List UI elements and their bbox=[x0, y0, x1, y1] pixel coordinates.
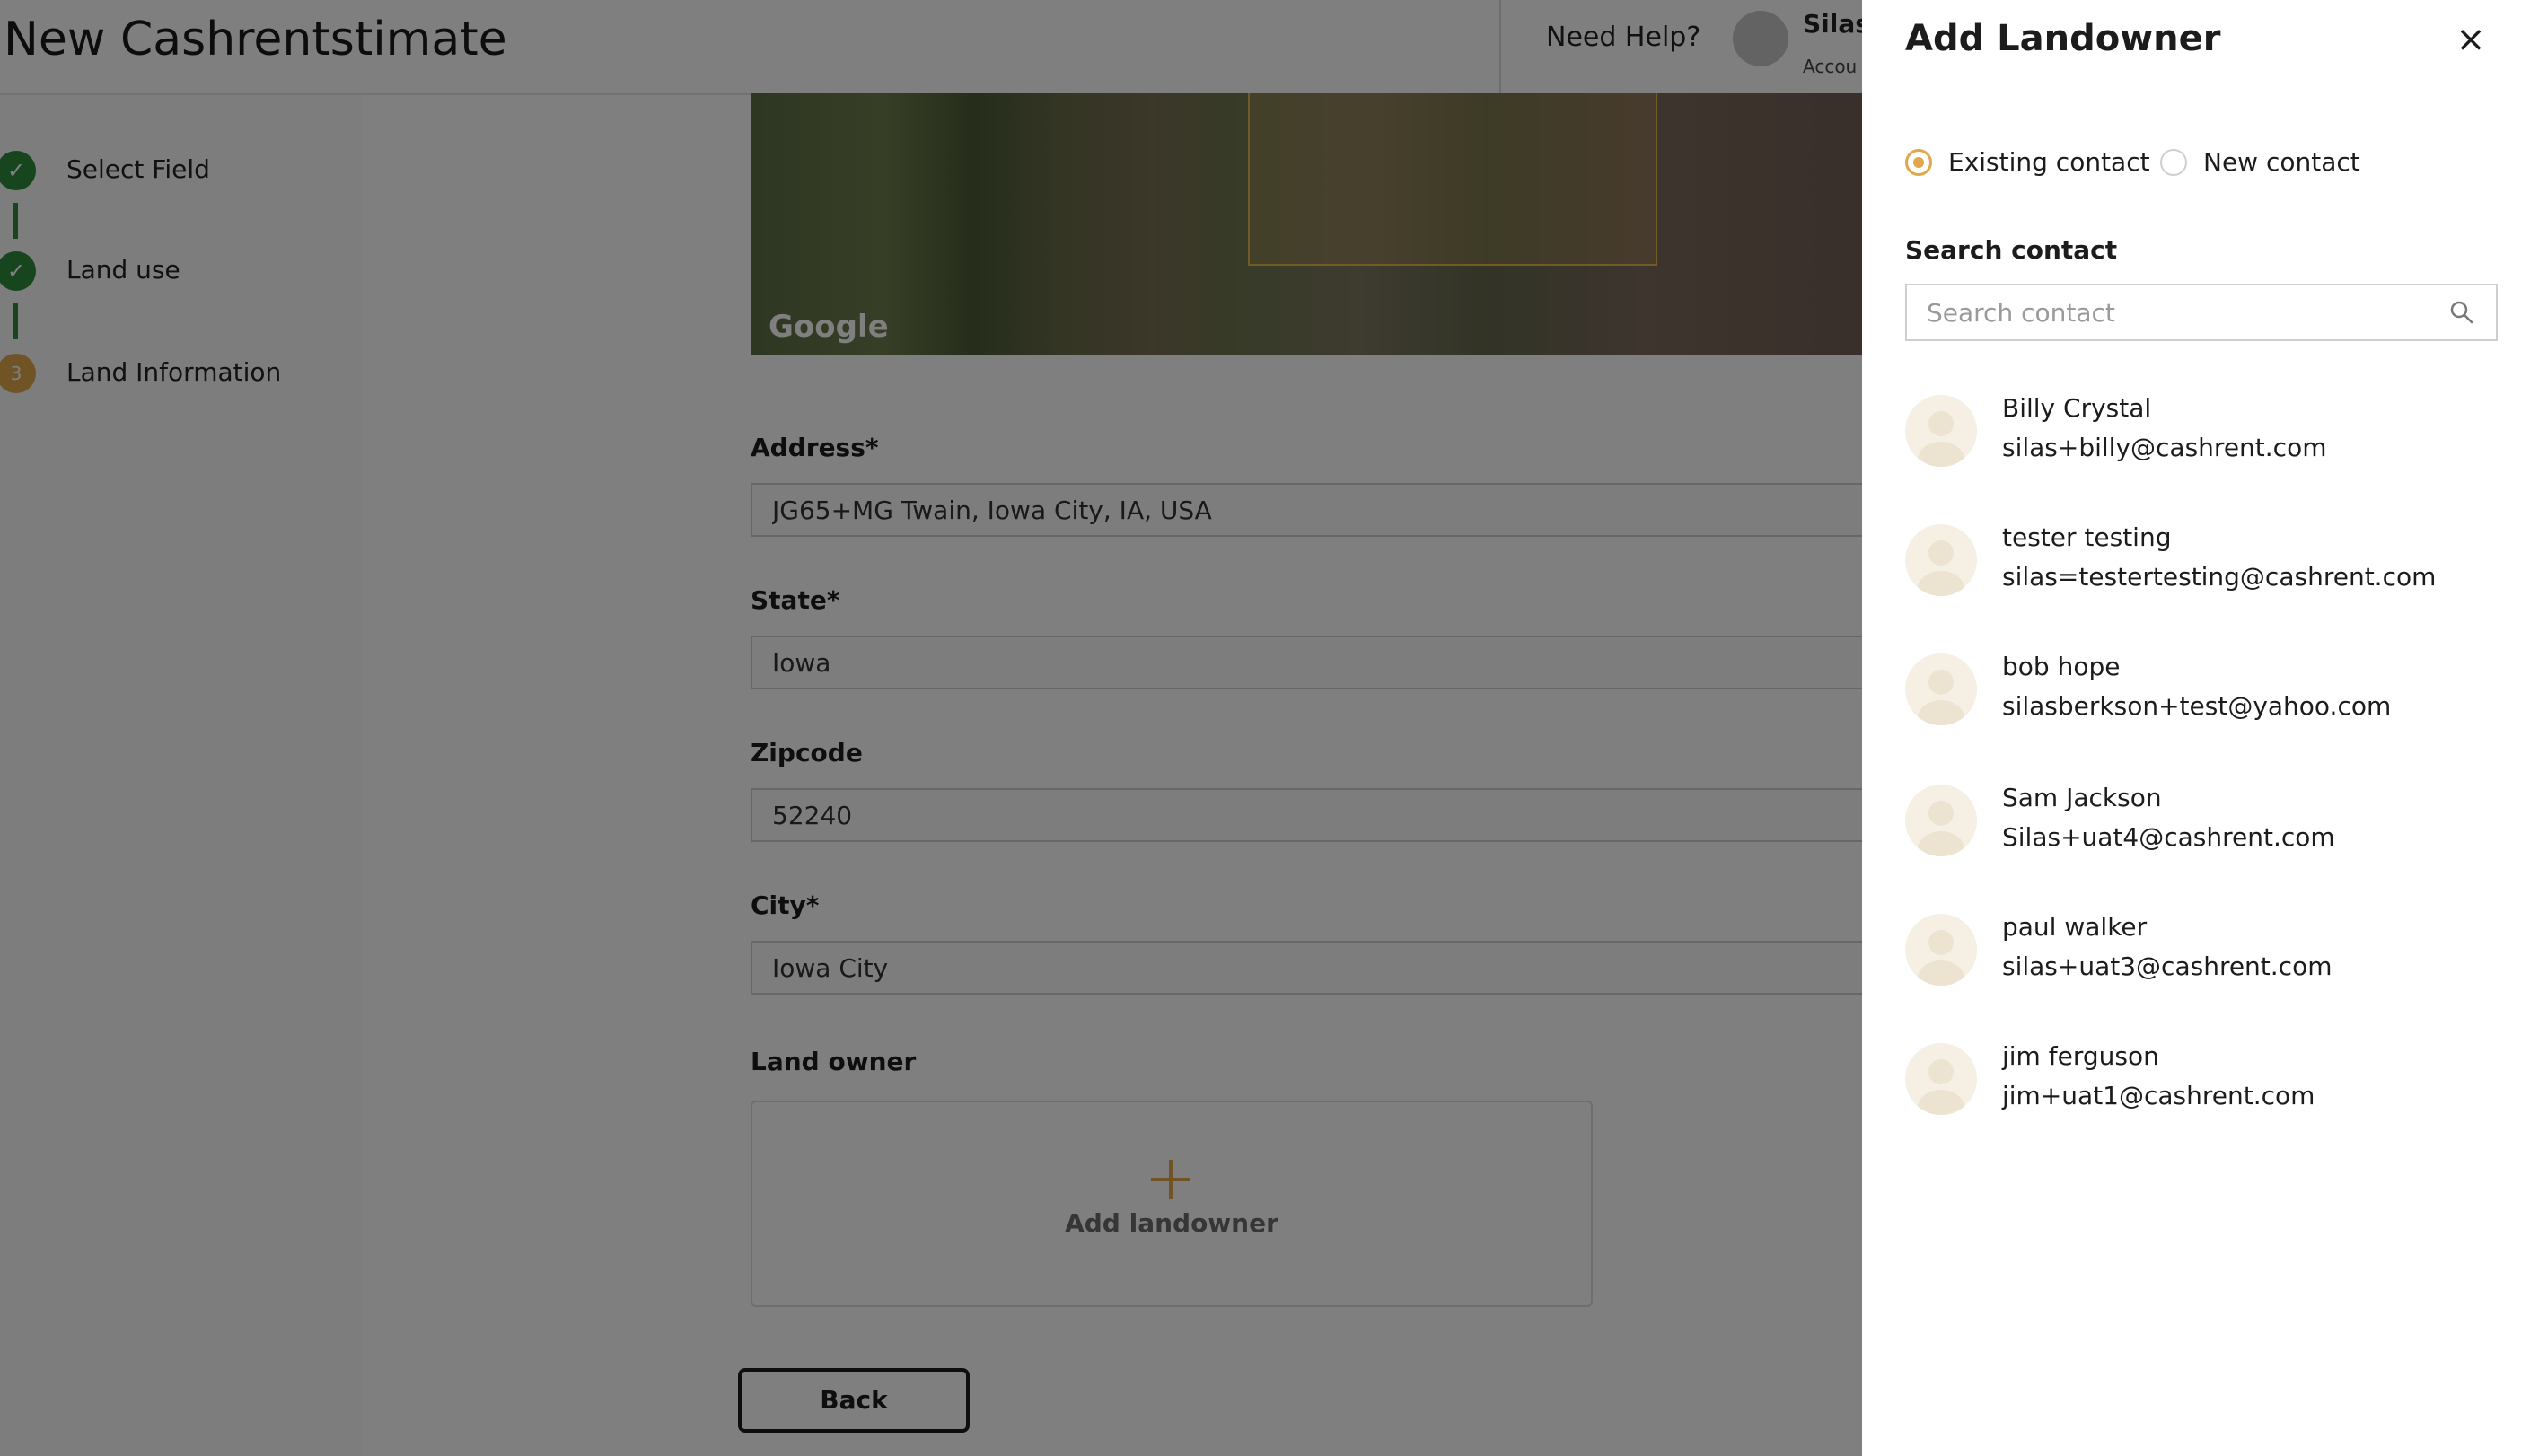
radio-unselected-icon[interactable] bbox=[2160, 149, 2187, 176]
drawer-title: Add Landowner bbox=[1905, 18, 2221, 59]
modal-backdrop[interactable] bbox=[0, 0, 1862, 1456]
avatar-placeholder-icon bbox=[1905, 785, 1977, 856]
contact-email: jim+uat1@cashrent.com bbox=[2002, 1081, 2315, 1110]
close-icon[interactable]: × bbox=[2453, 22, 2489, 57]
avatar-placeholder-icon bbox=[1905, 524, 1977, 596]
contact-name: tester testing bbox=[2002, 522, 2172, 552]
add-landowner-drawer bbox=[1862, 0, 2539, 1456]
contact-email: silas+uat3@cashrent.com bbox=[2002, 952, 2333, 981]
contact-name: Billy Crystal bbox=[2002, 393, 2152, 423]
avatar-placeholder-icon bbox=[1905, 914, 1977, 986]
contact-email: silas+billy@cashrent.com bbox=[2002, 433, 2327, 462]
search-contact-input[interactable] bbox=[1905, 284, 2498, 341]
search-icon[interactable] bbox=[2449, 300, 2474, 325]
contact-name: jim ferguson bbox=[2002, 1041, 2159, 1071]
contact-name: paul walker bbox=[2002, 912, 2148, 942]
radio-label: New contact bbox=[2203, 147, 2360, 177]
avatar-placeholder-icon bbox=[1905, 1043, 1977, 1115]
contact-email: silas=testertesting@cashrent.com bbox=[2002, 562, 2437, 592]
contact-email: silasberkson+test@yahoo.com bbox=[2002, 691, 2392, 721]
radio-label: Existing contact bbox=[1948, 147, 2150, 177]
avatar-placeholder-icon bbox=[1905, 395, 1977, 467]
app-root: New Cashrentstimate Need Help? Silas Acc… bbox=[0, 0, 2539, 1456]
radio-selected-icon[interactable] bbox=[1905, 149, 1932, 176]
contact-email: Silas+uat4@cashrent.com bbox=[2002, 822, 2335, 852]
contact-name: bob hope bbox=[2002, 652, 2121, 681]
search-contact-label: Search contact bbox=[1905, 235, 2118, 265]
avatar-placeholder-icon bbox=[1905, 653, 1977, 725]
contact-name: Sam Jackson bbox=[2002, 783, 2162, 812]
